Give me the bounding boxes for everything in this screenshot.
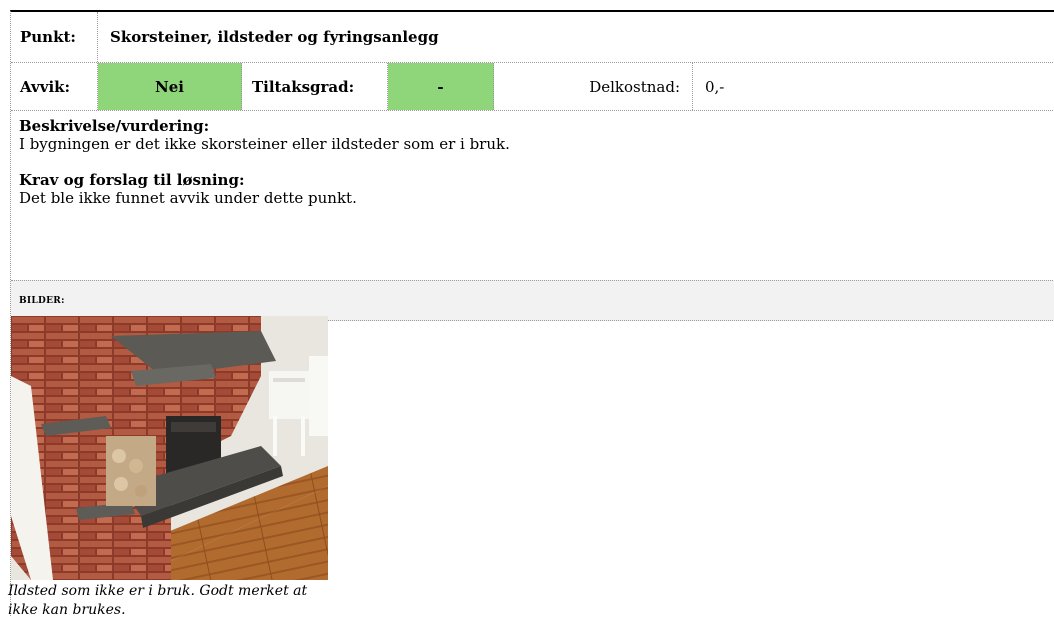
status-row: Avvik: Nei Tiltaksgrad: - Delkostnad: 0,… [11, 63, 1054, 111]
delkostnad-label: Delkostnad: [494, 63, 693, 110]
punkt-title: Skorsteiner, ildsteder og fyringsanlegg [110, 28, 439, 46]
photo-caption-line-1: Ildsted som ikke er i bruk. Godt merket … [8, 583, 308, 599]
images-section-label: BILDER: [19, 295, 65, 306]
requirements-heading: Krav og forslag til løsning: [19, 171, 245, 189]
punkt-row: Punkt: Skorsteiner, ildsteder og fyrings… [11, 12, 1054, 63]
photo-caption: Ildsted som ikke er i bruk. Godt merket … [8, 582, 348, 620]
delkostnad-value: 0,- [705, 77, 725, 96]
avvik-value: Nei [98, 63, 242, 110]
tiltaksgrad-label: Tiltaksgrad: [242, 63, 388, 110]
tiltaksgrad-value: - [388, 63, 494, 110]
description-heading: Beskrivelse/vurdering: [19, 117, 210, 135]
fireplace-photo[interactable] [11, 316, 328, 580]
images-section-header: BILDER: [11, 280, 1054, 321]
requirements-text: Det ble ikke funnet avvik under dette pu… [19, 189, 357, 207]
photo-caption-line-2: ikke kan brukes. [8, 602, 126, 618]
description-text: I bygningen er det ikke skorsteiner elle… [19, 135, 510, 153]
description-block: Beskrivelse/vurdering: I bygningen er de… [11, 111, 1054, 279]
fireplace-photo-image [11, 316, 328, 580]
avvik-label: Avvik: [11, 63, 98, 110]
punkt-label: Punkt: [11, 12, 98, 62]
